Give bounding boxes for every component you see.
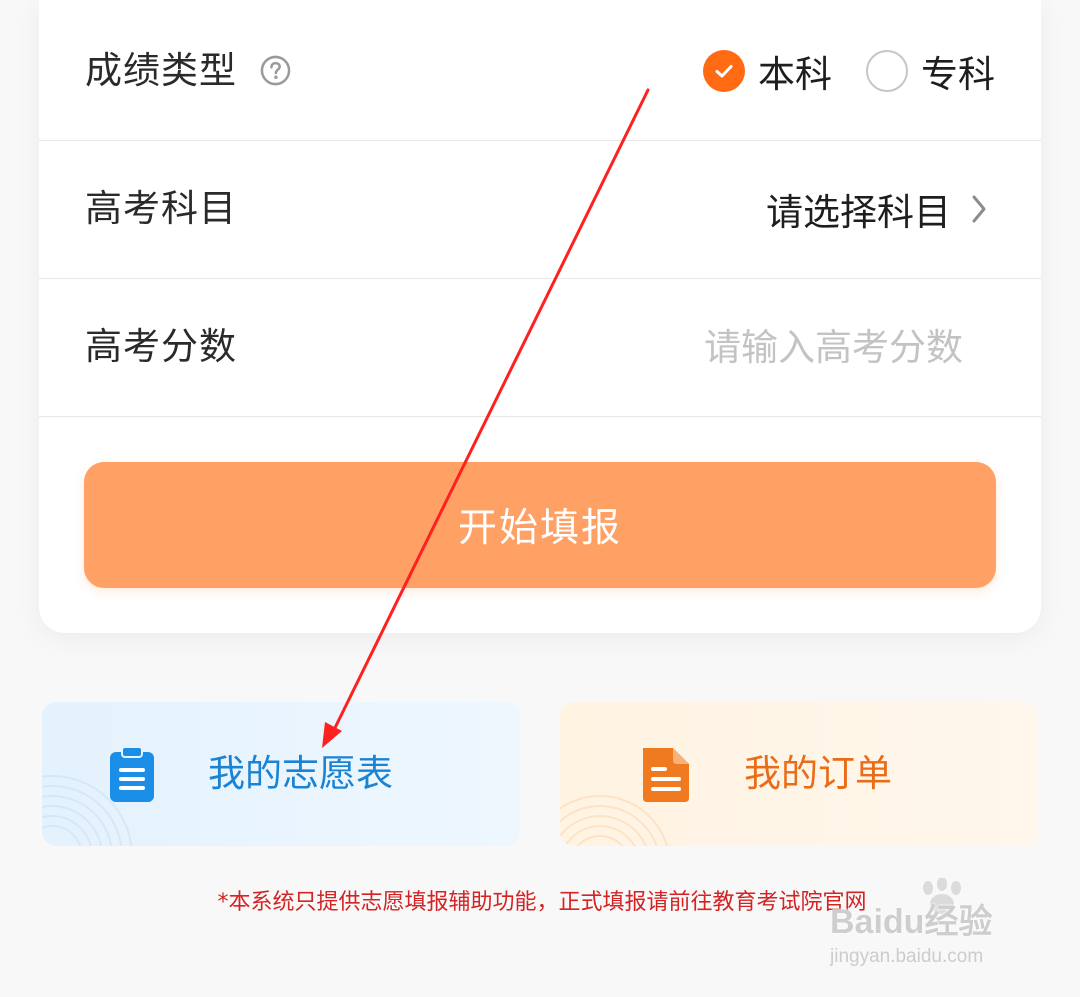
score-input[interactable] xyxy=(543,322,963,372)
subjects-label: 高考科目 xyxy=(85,187,237,230)
radio-checked-icon xyxy=(703,50,745,92)
score-type-radio-group: 本科 专科 xyxy=(703,2,995,140)
radio-junior-college[interactable]: 专科 xyxy=(866,44,995,98)
subjects-row[interactable]: 高考科目 请选择科目 xyxy=(39,140,1041,279)
watermark-brand: Baidu经验 xyxy=(830,903,993,941)
subjects-select-value: 请选择科目 xyxy=(766,191,951,234)
subjects-select[interactable]: 请选择科目 xyxy=(766,140,987,278)
radio-undergraduate[interactable]: 本科 xyxy=(703,44,832,98)
score-row: 高考分数 xyxy=(39,278,1041,417)
chevron-right-icon xyxy=(972,195,986,223)
baidu-jingyan-watermark: Baidu经验 jingyan.baidu.com xyxy=(826,878,1036,978)
document-icon xyxy=(643,748,689,802)
start-filling-button[interactable]: 开始填报 xyxy=(84,462,996,588)
my-volunteer-table-label: 我的志愿表 xyxy=(208,752,393,795)
watermark-url: jingyan.baidu.com xyxy=(830,946,984,967)
radio-unchecked-icon xyxy=(866,50,908,92)
clipboard-icon xyxy=(110,746,154,802)
my-orders-label: 我的订单 xyxy=(744,752,892,795)
my-orders-tile[interactable]: 我的订单 xyxy=(560,702,1038,846)
radio-undergraduate-label: 本科 xyxy=(758,53,832,96)
score-form-card: 成绩类型 本科 专科 高考科目 请选择科目 高考分数 请输入高考分数 开始填报 xyxy=(39,0,1041,633)
my-volunteer-table-tile[interactable]: 我的志愿表 xyxy=(42,702,520,846)
score-type-row: 成绩类型 本科 专科 xyxy=(39,2,1041,141)
score-label: 高考分数 xyxy=(85,325,237,368)
question-icon[interactable] xyxy=(260,55,291,86)
score-type-label: 成绩类型 xyxy=(85,49,237,92)
radio-junior-college-label: 专科 xyxy=(921,53,995,96)
